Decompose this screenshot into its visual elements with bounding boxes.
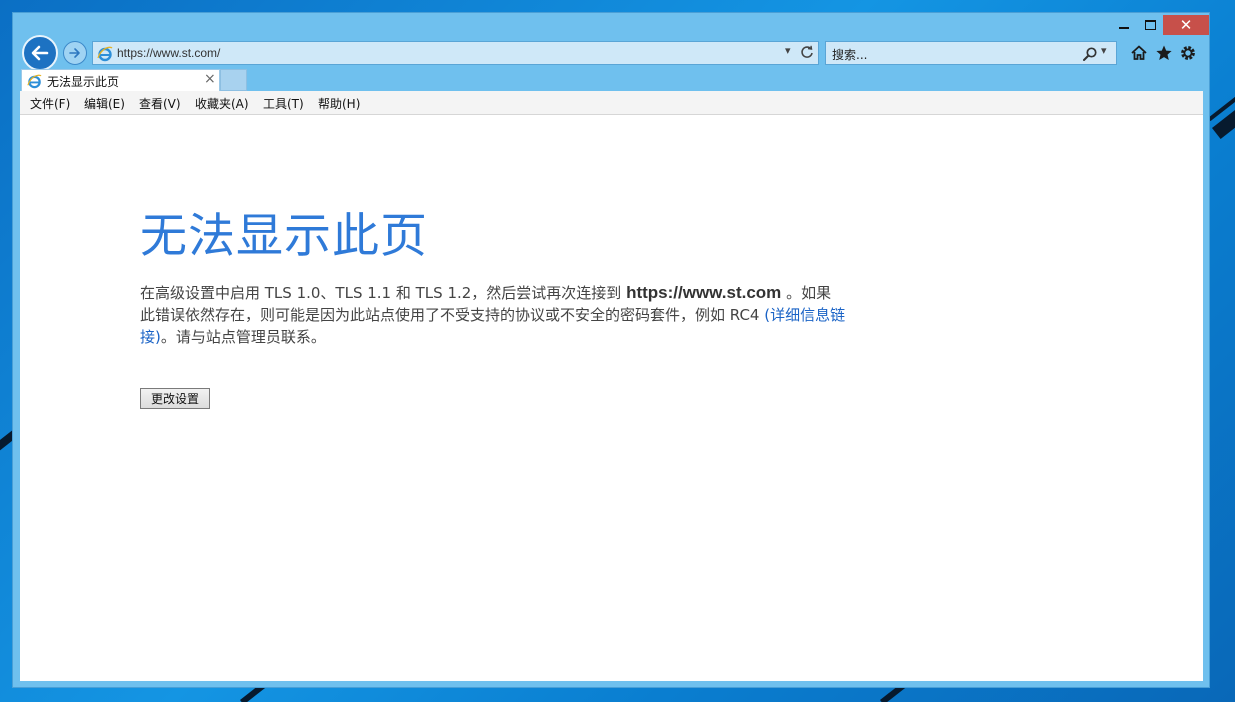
favorites-star-icon [1156,45,1172,60]
message-text: 在高级设置中启用 TLS 1.0、TLS 1.1 和 TLS 1.2，然后尝试再… [140,284,627,302]
menu-file[interactable]: 文件(F) [30,95,70,112]
back-arrow-icon [31,45,49,61]
new-tab-button[interactable] [220,69,247,91]
search-placeholder[interactable]: 搜索... [832,46,867,63]
search-icon[interactable] [1082,46,1098,62]
address-dropdown-icon[interactable]: ▾ [785,44,791,57]
error-message: 在高级设置中启用 TLS 1.0、TLS 1.1 和 TLS 1.2，然后尝试再… [140,282,846,348]
menu-favorites[interactable]: 收藏夹(A) [195,95,249,112]
minimize-icon [1119,27,1129,29]
menu-edit[interactable]: 编辑(E) [84,95,125,112]
settings-gear-icon [1181,46,1195,60]
tab-active[interactable]: 无法显示此页 × [21,69,220,91]
maximize-icon [1144,20,1156,30]
site-address: https://www.st.com [626,283,782,302]
search-box[interactable]: 搜索... ▾ [825,41,1117,65]
menu-help[interactable]: 帮助(H) [318,95,360,112]
maximize-button[interactable] [1137,15,1163,35]
forward-arrow-icon [69,48,80,58]
minimize-button[interactable] [1111,15,1137,35]
address-bar[interactable]: https://www.st.com/ ▾ [92,41,819,65]
search-dropdown-icon[interactable]: ▾ [1101,44,1107,57]
tab-close-icon[interactable]: × [204,71,216,87]
home-button[interactable] [1129,43,1149,63]
menu-bar: 文件(F) 编辑(E) 查看(V) 收藏夹(A) 工具(T) 帮助(H) [20,91,1203,115]
ie-logo-icon [27,74,42,89]
page-content: 无法显示此页 在高级设置中启用 TLS 1.0、TLS 1.1 和 TLS 1.… [20,115,1203,681]
home-icon [1131,45,1147,60]
page-title: 无法显示此页 [140,209,428,264]
back-button[interactable] [22,35,58,71]
favorites-button[interactable] [1154,43,1174,63]
ie-logo-icon [97,46,113,62]
browser-window: ✕ https://www.st.com/ ▾ 搜索... ▾ 无法显示此页 ×… [12,12,1210,688]
tab-label: 无法显示此页 [47,75,120,89]
tools-button[interactable] [1178,43,1198,63]
menu-view[interactable]: 查看(V) [139,95,181,112]
message-text: 。请与站点管理员联系。 [160,328,326,346]
change-settings-button[interactable]: 更改设置 [140,388,210,409]
close-icon: ✕ [1179,15,1193,34]
menu-tools[interactable]: 工具(T) [263,95,304,112]
close-window-button[interactable]: ✕ [1163,15,1209,35]
forward-button[interactable] [63,41,87,65]
refresh-icon[interactable] [800,45,814,59]
address-url[interactable]: https://www.st.com/ [117,46,220,60]
